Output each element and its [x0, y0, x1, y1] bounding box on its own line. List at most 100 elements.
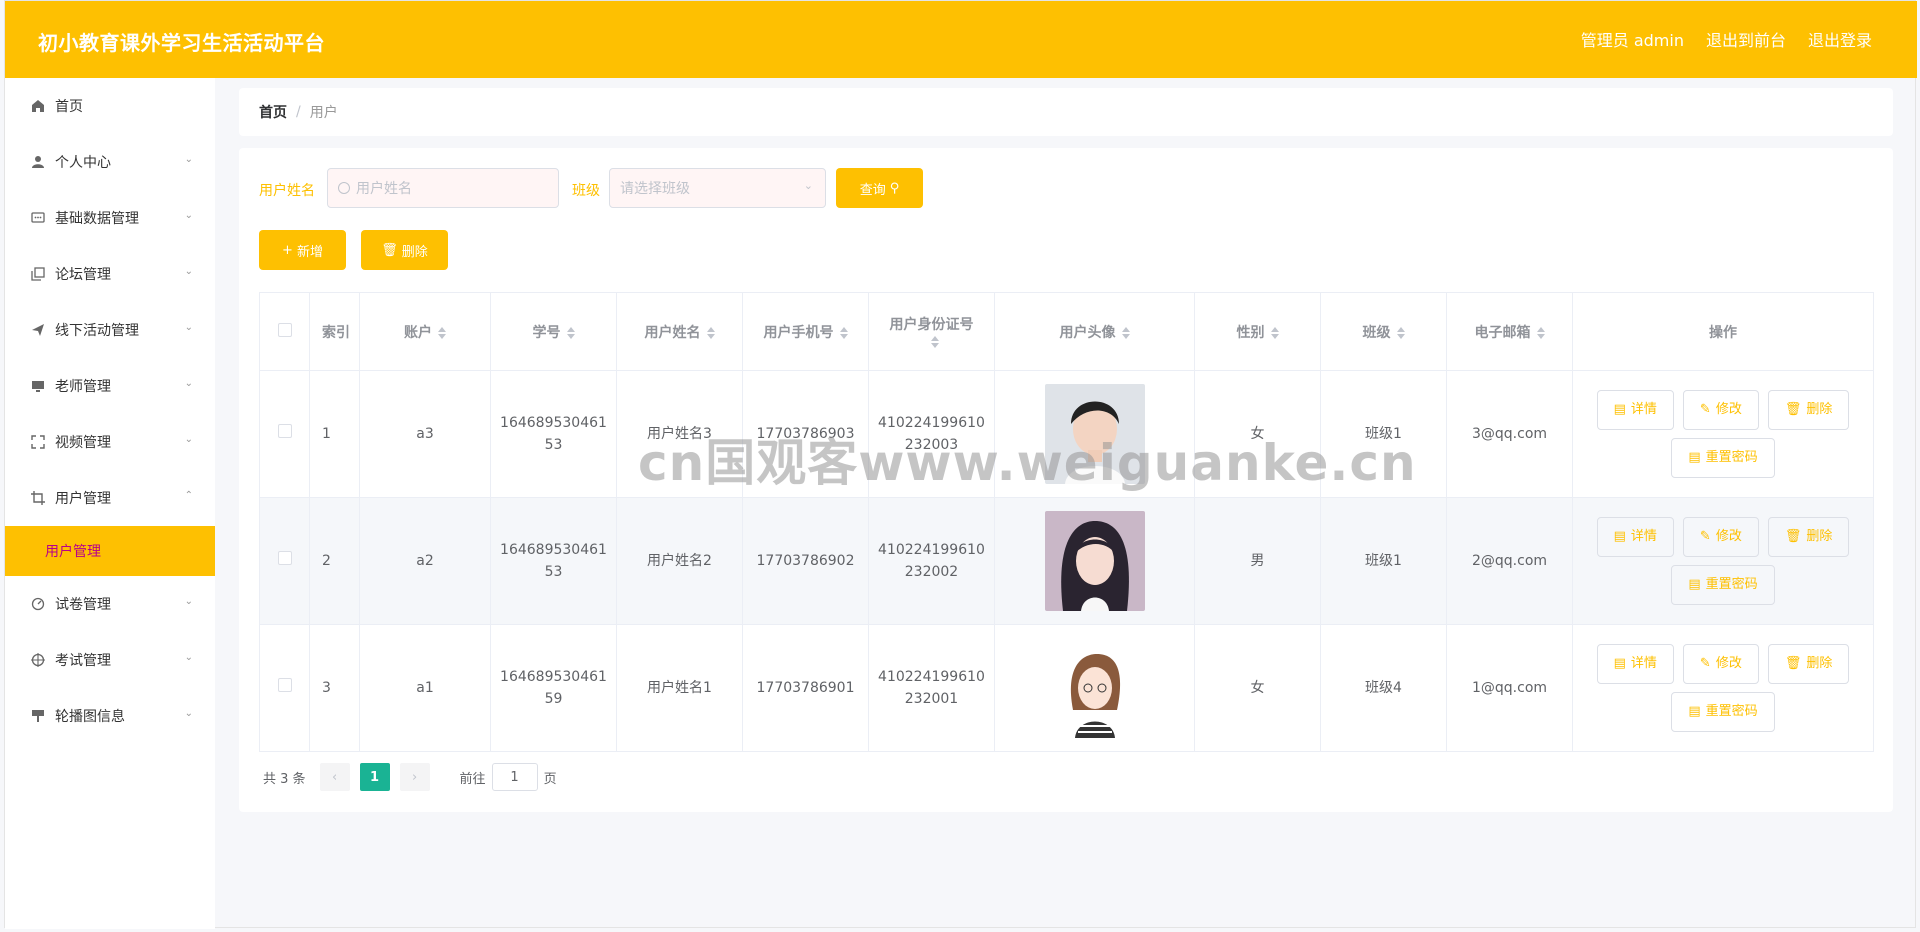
- breadcrumb-home[interactable]: 首页: [259, 102, 287, 122]
- chat-icon: [29, 209, 47, 227]
- name-search-input[interactable]: 用户姓名: [327, 168, 559, 208]
- sidebar-item-teacher[interactable]: 老师管理 ⌄: [5, 358, 215, 414]
- app-title: 初小教育课外学习生活活动平台: [38, 31, 325, 55]
- edit-button[interactable]: ✎ 修改: [1682, 390, 1759, 430]
- table-header-row: 索引 账户 学号 用户姓名 用户手机号 用户身份证号 用户头像 性别 班级 电子…: [259, 292, 1874, 371]
- col-header-avatar[interactable]: 用户头像: [994, 292, 1195, 371]
- name-search-placeholder: 用户姓名: [356, 181, 412, 197]
- sidebar-item-offline-activity[interactable]: 线下活动管理 ⌄: [5, 302, 215, 358]
- avatar[interactable]: [1044, 511, 1145, 611]
- sidebar-subitem-user-mgmt[interactable]: 用户管理: [5, 526, 215, 576]
- sidebar-item-user-mgmt[interactable]: 用户管理 ⌃: [5, 470, 215, 526]
- col-header-label: 账户: [404, 324, 432, 341]
- batch-delete-label: 删除: [401, 244, 428, 260]
- goto-page-input[interactable]: 1: [491, 763, 538, 791]
- back-to-front-link[interactable]: 退出到前台: [1706, 27, 1786, 51]
- table-row: 2 a2 164689530461 53 用户姓名2 17703786902 4…: [259, 497, 1874, 625]
- detail-button[interactable]: ▤ 详情: [1596, 390, 1674, 430]
- sort-icon[interactable]: [1396, 326, 1405, 339]
- cell-email: 2@qq.com: [1446, 497, 1573, 625]
- search-icon: ⚲: [889, 180, 900, 196]
- sidebar-item-home[interactable]: 首页: [5, 78, 215, 134]
- sidebar-item-video[interactable]: 视频管理 ⌄: [5, 414, 215, 470]
- add-button[interactable]: + 新增: [259, 230, 346, 270]
- monitor-icon: [29, 377, 47, 395]
- edit-button[interactable]: ✎ 修改: [1682, 517, 1759, 557]
- sidebar-item-forum[interactable]: 论坛管理 ⌄: [5, 246, 215, 302]
- sidebar-item-label: 用户管理: [55, 491, 111, 507]
- class-select-placeholder: 请选择班级: [620, 181, 690, 197]
- document-icon: ▤: [1688, 704, 1701, 719]
- class-select[interactable]: 请选择班级 ⌄: [609, 168, 826, 208]
- col-header-phone[interactable]: 用户手机号: [742, 292, 869, 371]
- pencil-icon: ✎: [1699, 529, 1711, 544]
- col-header-name[interactable]: 用户姓名: [616, 292, 743, 371]
- chevron-down-icon: ⌄: [184, 434, 193, 445]
- detail-label: 详情: [1630, 402, 1657, 417]
- page-number-active[interactable]: 1: [359, 763, 390, 791]
- row-checkbox[interactable]: [277, 551, 292, 565]
- gauge-icon: [29, 595, 47, 613]
- next-page-button[interactable]: ›: [399, 763, 430, 791]
- col-header-label: 学号: [532, 324, 561, 341]
- batch-delete-button[interactable]: 🗑 删除: [361, 230, 448, 270]
- col-header-idcard[interactable]: 用户身份证号: [868, 292, 995, 371]
- col-header-email[interactable]: 电子邮箱: [1446, 292, 1573, 371]
- sort-icon[interactable]: [930, 335, 939, 348]
- prev-page-button[interactable]: ‹: [319, 763, 350, 791]
- col-header-sid[interactable]: 学号: [490, 292, 617, 371]
- chevron-down-icon: ⌄: [184, 652, 193, 663]
- sidebar-item-label: 视频管理: [55, 435, 111, 451]
- reset-password-button[interactable]: ▤ 重置密码: [1671, 438, 1775, 478]
- edit-label: 修改: [1715, 529, 1742, 544]
- sidebar-item-label: 个人中心: [55, 155, 111, 171]
- sort-icon[interactable]: [1121, 326, 1130, 339]
- detail-button[interactable]: ▤ 详情: [1596, 517, 1674, 557]
- sidebar-item-label: 试卷管理: [55, 597, 111, 613]
- col-header-class[interactable]: 班级: [1320, 292, 1447, 371]
- reset-password-button[interactable]: ▤ 重置密码: [1671, 565, 1775, 605]
- chevron-down-icon: ⌄: [184, 708, 193, 719]
- col-header-account[interactable]: 账户: [359, 292, 491, 371]
- sidebar-item-basic-data[interactable]: 基础数据管理 ⌄: [5, 190, 215, 246]
- admin-label[interactable]: 管理员 admin: [1581, 27, 1684, 51]
- chevron-down-icon: ⌄: [184, 378, 193, 389]
- sort-icon[interactable]: [706, 326, 715, 339]
- sort-icon[interactable]: [1270, 326, 1279, 339]
- delete-button[interactable]: 🗑 删除: [1767, 517, 1850, 557]
- edit-button[interactable]: ✎ 修改: [1682, 644, 1759, 684]
- col-header-gender[interactable]: 性别: [1194, 292, 1321, 371]
- edit-label: 修改: [1715, 656, 1742, 671]
- row-checkbox[interactable]: [277, 678, 292, 692]
- sidebar-item-carousel[interactable]: 轮播图信息 ⌄: [5, 688, 215, 744]
- sidebar-item-label: 线下活动管理: [55, 323, 139, 339]
- detail-button[interactable]: ▤ 详情: [1596, 644, 1674, 684]
- sidebar-item-paper[interactable]: 试卷管理 ⌄: [5, 576, 215, 632]
- reset-password-button[interactable]: ▤ 重置密码: [1671, 692, 1775, 732]
- query-button[interactable]: 查询 ⚲: [836, 168, 923, 208]
- sort-icon[interactable]: [566, 326, 575, 339]
- sidebar: 首页 个人中心 ⌄ 基础数据管理 ⌄ 论坛管理 ⌄ 线下活动管理 ⌄ 老师管理 …: [5, 78, 215, 929]
- cell-class: 班级1: [1320, 497, 1447, 625]
- select-all-header: [259, 292, 310, 371]
- select-all-checkbox[interactable]: [277, 322, 292, 337]
- sort-icon[interactable]: [438, 326, 446, 339]
- reset-password-label: 重置密码: [1705, 450, 1758, 465]
- logout-link[interactable]: 退出登录: [1808, 27, 1872, 51]
- sidebar-item-personal[interactable]: 个人中心 ⌄: [5, 134, 215, 190]
- delete-button[interactable]: 🗑 删除: [1767, 390, 1850, 430]
- document-icon: ▤: [1688, 450, 1701, 465]
- cell-actions: ▤ 详情 ✎ 修改 🗑 删除 ▤ 重置密码: [1572, 497, 1874, 625]
- sort-icon[interactable]: [1536, 326, 1545, 339]
- trash-icon: 🗑: [1784, 529, 1802, 544]
- document-icon: ▤: [1613, 402, 1626, 417]
- cell-gender: 男: [1194, 497, 1321, 625]
- delete-button[interactable]: 🗑 删除: [1767, 644, 1850, 684]
- sort-icon[interactable]: [839, 326, 848, 339]
- plus-icon: +: [282, 242, 293, 258]
- document-icon: ▤: [1688, 577, 1701, 592]
- avatar[interactable]: [1044, 638, 1145, 738]
- row-checkbox[interactable]: [277, 424, 292, 438]
- sidebar-item-exam[interactable]: 考试管理 ⌄: [5, 632, 215, 688]
- detail-label: 详情: [1630, 529, 1657, 544]
